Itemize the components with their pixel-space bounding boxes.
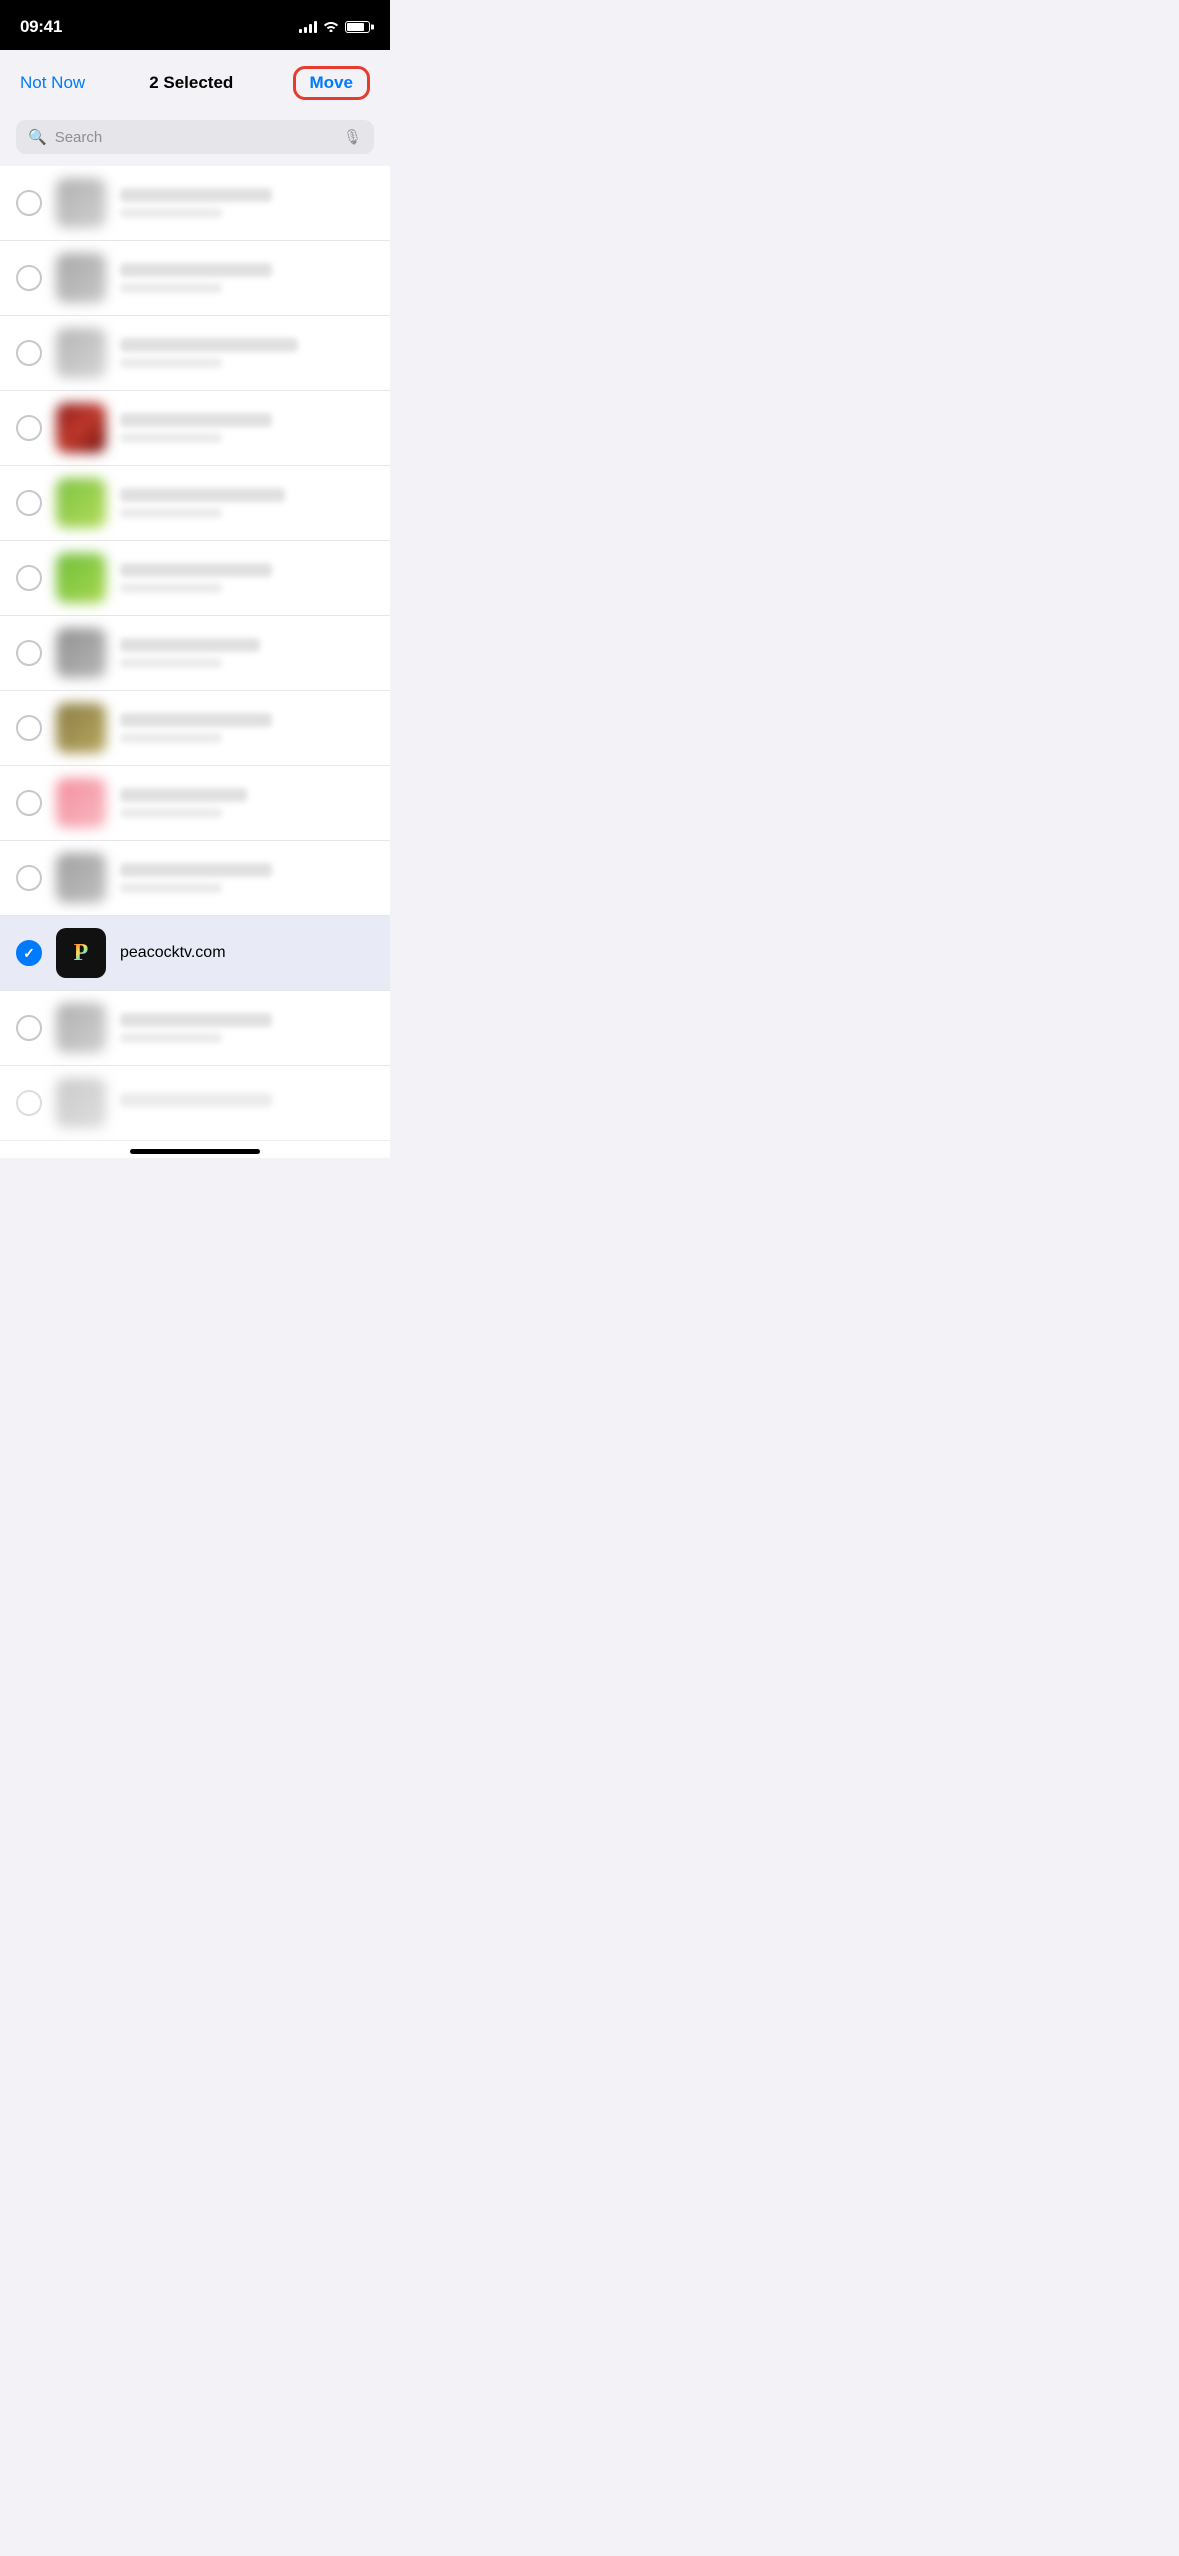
item-title <box>120 1013 272 1027</box>
home-indicator <box>0 1141 390 1158</box>
item-subtitle <box>120 358 222 368</box>
radio-button[interactable] <box>16 715 42 741</box>
list-item[interactable] <box>0 166 390 241</box>
item-subtitle <box>120 1033 222 1043</box>
mic-icon[interactable]: 🎙 <box>343 128 362 146</box>
item-title <box>120 638 260 652</box>
search-icon: 🔍 <box>28 128 47 146</box>
list-item[interactable] <box>0 1066 390 1141</box>
item-title <box>120 488 285 502</box>
app-icon <box>56 1003 106 1053</box>
radio-button[interactable] <box>16 790 42 816</box>
app-icon <box>56 703 106 753</box>
list-item[interactable] <box>0 391 390 466</box>
status-bar: 09:41 <box>0 0 390 50</box>
radio-button[interactable] <box>16 640 42 666</box>
item-subtitle <box>120 208 222 218</box>
app-icon <box>56 328 106 378</box>
item-title <box>120 563 272 577</box>
item-subtitle <box>120 658 222 668</box>
item-title <box>120 413 272 427</box>
item-subtitle <box>120 283 222 293</box>
item-title <box>120 1093 272 1107</box>
item-subtitle <box>120 733 222 743</box>
app-icon <box>56 403 106 453</box>
status-time: 09:41 <box>20 17 62 37</box>
peacock-title: peacocktv.com <box>120 944 226 961</box>
item-subtitle <box>120 883 222 893</box>
item-subtitle <box>120 583 222 593</box>
app-icon <box>56 553 106 603</box>
search-bar-wrapper: 🔍 Search 🎙 <box>0 112 390 166</box>
main-container: Not Now 2 Selected Move 🔍 Search 🎙 <box>0 50 390 1158</box>
list-item[interactable] <box>0 541 390 616</box>
search-bar[interactable]: 🔍 Search 🎙 <box>16 120 374 154</box>
radio-button[interactable] <box>16 565 42 591</box>
app-icon <box>56 1078 106 1128</box>
battery-icon <box>345 21 370 33</box>
radio-button[interactable] <box>16 190 42 216</box>
radio-button[interactable] <box>16 1090 42 1116</box>
item-title <box>120 863 272 877</box>
not-now-button[interactable]: Not Now <box>20 73 90 93</box>
radio-button[interactable] <box>16 490 42 516</box>
move-button[interactable]: Move <box>293 66 370 100</box>
radio-button[interactable] <box>16 415 42 441</box>
app-icon <box>56 178 106 228</box>
radio-button[interactable] <box>16 865 42 891</box>
item-title <box>120 263 272 277</box>
list-item[interactable] <box>0 466 390 541</box>
radio-button[interactable] <box>16 340 42 366</box>
radio-button[interactable] <box>16 1015 42 1041</box>
app-icon <box>56 478 106 528</box>
item-subtitle <box>120 508 222 518</box>
item-title <box>120 338 298 352</box>
item-subtitle <box>120 808 222 818</box>
radio-button-selected[interactable]: ✓ <box>16 940 42 966</box>
search-input[interactable]: Search <box>55 129 335 146</box>
list-item[interactable] <box>0 766 390 841</box>
list-item[interactable] <box>0 691 390 766</box>
item-title <box>120 188 272 202</box>
item-title <box>120 713 272 727</box>
home-bar <box>130 1149 260 1154</box>
app-icon <box>56 778 106 828</box>
app-icon <box>56 253 106 303</box>
nav-title: 2 Selected <box>149 73 233 93</box>
radio-button[interactable] <box>16 265 42 291</box>
status-icons <box>299 20 370 35</box>
list-item[interactable] <box>0 241 390 316</box>
list-item[interactable] <box>0 316 390 391</box>
signal-icon <box>299 21 317 33</box>
app-icon-peacock: P <box>56 928 106 978</box>
item-title <box>120 788 247 802</box>
list-item[interactable] <box>0 616 390 691</box>
list-item[interactable] <box>0 841 390 916</box>
app-icon <box>56 853 106 903</box>
nav-bar: Not Now 2 Selected Move <box>0 50 390 112</box>
item-subtitle <box>120 433 222 443</box>
list-item[interactable] <box>0 991 390 1066</box>
list-container: ✓ P peacocktv.com <box>0 166 390 1141</box>
wifi-icon <box>323 20 339 35</box>
list-item-peacock[interactable]: ✓ P peacocktv.com <box>0 916 390 991</box>
app-icon <box>56 628 106 678</box>
